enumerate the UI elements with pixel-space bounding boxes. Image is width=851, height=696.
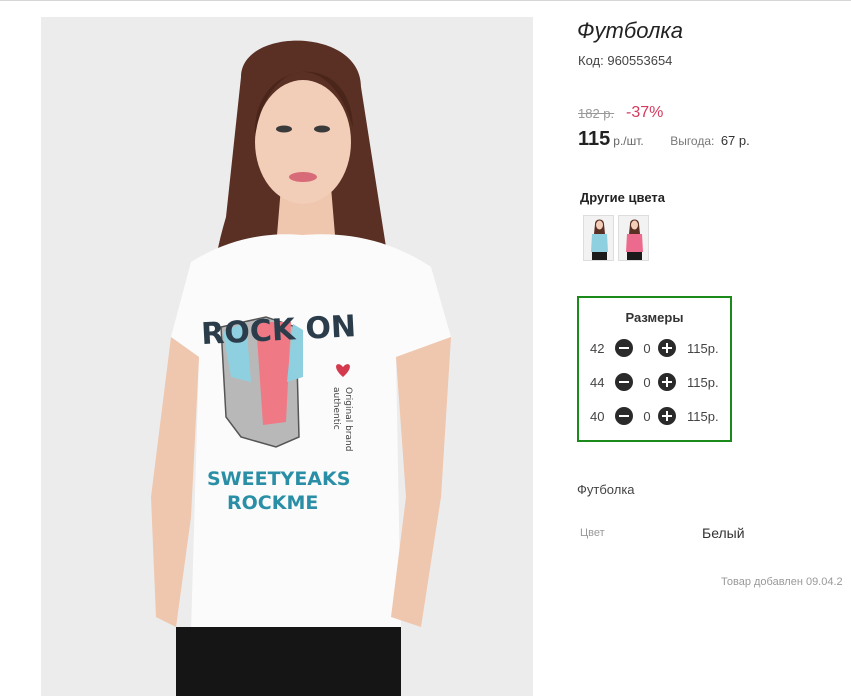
size-row-44: 44 0 115р. — [590, 373, 730, 393]
old-price: 182 р. — [578, 106, 615, 121]
size-row-42: 42 0 115р. — [590, 339, 730, 359]
sizes-panel: Размеры 42 0 115р. 44 0 115р. 40 0 115р. — [577, 296, 732, 442]
size-row-40: 40 0 115р. — [590, 407, 730, 427]
plus-icon[interactable] — [658, 373, 676, 391]
size-price: 115р. — [687, 341, 719, 356]
print-authentic: authentic — [331, 387, 341, 430]
size-quantity: 0 — [643, 341, 651, 356]
discount-badge: -37% — [626, 104, 664, 121]
product-photo[interactable]: ROCK ON SWEETYEAKS ROCKME Original brand… — [41, 17, 533, 696]
size-price: 115р. — [687, 409, 719, 424]
size-label: 44 — [590, 375, 605, 390]
top-divider — [0, 0, 851, 1]
minus-icon[interactable] — [615, 339, 633, 357]
size-price: 115р. — [687, 375, 719, 390]
color-swatch-pink[interactable] — [618, 215, 649, 261]
product-code: Код: 960553654 — [578, 53, 672, 68]
size-quantity: 0 — [643, 375, 651, 390]
size-label: 42 — [590, 341, 605, 356]
price-row: 115 р./шт. Выгода: 67 р. — [578, 128, 750, 151]
added-date-note: Товар добавлен 09.04.2 — [721, 576, 843, 588]
attribute-color-label: Цвет — [580, 527, 605, 539]
product-title: Футболка — [577, 18, 683, 43]
minus-icon[interactable] — [615, 407, 633, 425]
price-unit: р./шт. — [613, 134, 644, 148]
current-price: 115 — [578, 128, 611, 150]
size-quantity: 0 — [643, 409, 651, 424]
plus-icon[interactable] — [658, 407, 676, 425]
plus-icon[interactable] — [658, 339, 676, 357]
print-sweetyeaks: SWEETYEAKS — [207, 468, 350, 490]
other-colors-title: Другие цвета — [580, 190, 665, 205]
benefit-value: 67 р. — [720, 133, 750, 148]
print-rockme: ROCKME — [227, 492, 318, 514]
product-code-label: Код: — [578, 53, 604, 68]
attribute-color-value: Белый — [702, 525, 745, 541]
minus-icon[interactable] — [615, 373, 633, 391]
print-original-brand: Original brand — [343, 387, 353, 451]
product-description: Футболка — [577, 482, 635, 497]
size-label: 40 — [590, 409, 605, 424]
product-code-value: 960553654 — [607, 53, 673, 68]
benefit-label: Выгода: — [670, 134, 715, 148]
sizes-title: Размеры — [625, 310, 684, 325]
color-swatch-blue[interactable] — [583, 215, 614, 261]
